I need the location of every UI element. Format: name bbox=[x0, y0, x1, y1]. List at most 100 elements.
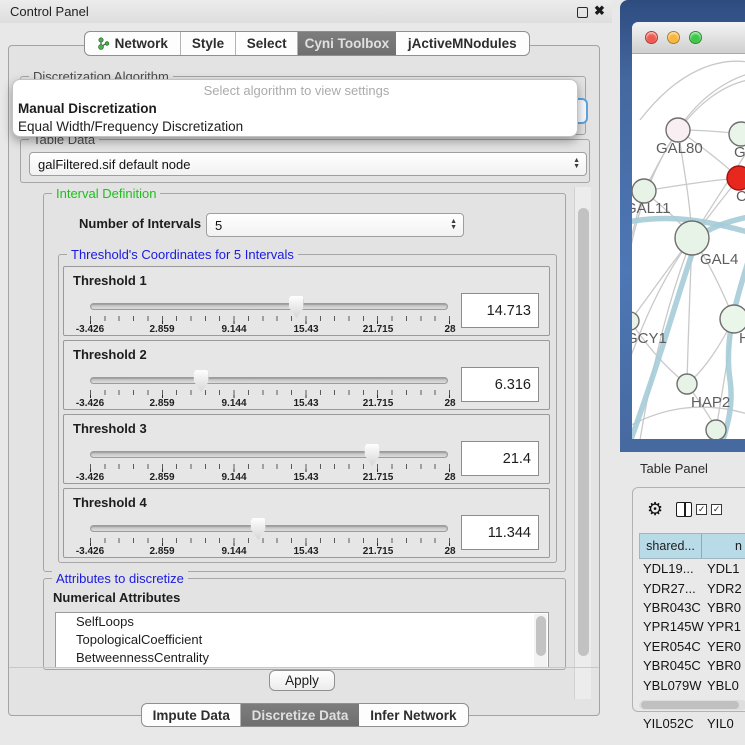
close-traffic-light[interactable] bbox=[645, 31, 658, 44]
slider-minor-ticks bbox=[90, 464, 450, 469]
network-node[interactable] bbox=[675, 221, 709, 255]
dropdown-placeholder: Select algorithm to view settings bbox=[16, 83, 577, 101]
threshold-3-value-field[interactable]: 21.4 bbox=[461, 441, 539, 476]
list-item[interactable]: SelfLoops bbox=[56, 613, 548, 631]
zoom-traffic-light[interactable] bbox=[689, 31, 702, 44]
num-intervals-value: 5 bbox=[215, 218, 222, 233]
table-row[interactable]: YIL052CYIL0 bbox=[639, 714, 745, 733]
table-data-group: Table Data galFiltered.sif default node … bbox=[20, 139, 590, 183]
table-row[interactable]: YBR043CYBR0 bbox=[639, 598, 745, 617]
screen: Control Panel ✖ Network Style Select Cyn… bbox=[0, 0, 745, 745]
tab-infer-network[interactable]: Infer Network bbox=[359, 704, 468, 726]
dropdown-option-equal-width[interactable]: Equal Width/Frequency Discretization bbox=[16, 119, 577, 137]
network-view-window[interactable]: GAL80GACGAL11GAL4GCY1HHAP2 bbox=[620, 0, 745, 452]
numerical-attributes-list[interactable]: SelfLoops TopologicalCoefficient Between… bbox=[55, 612, 549, 668]
threshold-2-value-field[interactable]: 6.316 bbox=[461, 367, 539, 402]
threshold-3-row: Threshold 3 -3.426 2.859 9.144 15.43 21.… bbox=[63, 414, 550, 484]
network-window-titlebar[interactable] bbox=[632, 22, 745, 54]
network-node[interactable] bbox=[720, 305, 745, 333]
column-header-name[interactable]: n bbox=[702, 534, 745, 558]
threshold-1-label: Threshold 1 bbox=[73, 273, 147, 288]
list-item[interactable]: BetweennessCentrality bbox=[56, 649, 548, 667]
threshold-4-value-field[interactable]: 11.344 bbox=[461, 515, 539, 550]
num-intervals-combobox[interactable]: 5 ▲▼ bbox=[206, 213, 464, 237]
network-graph: GAL80GACGAL11GAL4GCY1HHAP2 bbox=[632, 54, 745, 439]
divider bbox=[9, 667, 599, 668]
checkbox-icon[interactable]: ✓ bbox=[711, 504, 722, 515]
numerical-attributes-label: Numerical Attributes bbox=[53, 590, 180, 605]
close-icon[interactable]: ✖ bbox=[594, 3, 605, 19]
table-data-combobox[interactable]: galFiltered.sif default node ▲▼ bbox=[29, 152, 587, 176]
list-item[interactable]: TopologicalCoefficient bbox=[56, 631, 548, 649]
table-row[interactable]: YBR045CYBR0 bbox=[639, 656, 745, 675]
table-data-value: galFiltered.sif default node bbox=[38, 157, 190, 172]
network-node-label: GAL80 bbox=[656, 140, 703, 157]
tab-network-label: Network bbox=[115, 36, 168, 51]
slider-thumb[interactable] bbox=[251, 518, 266, 540]
slider-tick-labels: -3.426 2.859 9.144 15.43 21.715 28 bbox=[90, 324, 450, 336]
table-row[interactable]: YDL19...YDL1 bbox=[639, 559, 745, 578]
float-window-icon[interactable] bbox=[577, 7, 588, 18]
network-node[interactable] bbox=[677, 374, 697, 394]
network-node-label: GAL4 bbox=[700, 251, 738, 268]
network-canvas[interactable]: GAL80GACGAL11GAL4GCY1HHAP2 bbox=[632, 54, 745, 439]
threshold-4-row: Threshold 4 -3.426 2.859 9.144 15.43 21.… bbox=[63, 488, 550, 558]
tab-cyni-toolbox[interactable]: Cyni Toolbox bbox=[298, 32, 396, 55]
list-scrollbar-track[interactable] bbox=[534, 614, 547, 668]
algorithm-dropdown-popup: Select algorithm to view settings Manual… bbox=[12, 79, 578, 137]
slider-thumb[interactable] bbox=[365, 444, 380, 466]
tab-style[interactable]: Style bbox=[181, 32, 237, 55]
apply-button[interactable]: Apply bbox=[269, 670, 335, 691]
network-node[interactable] bbox=[666, 118, 690, 142]
network-node-label: GA bbox=[734, 144, 745, 161]
network-node[interactable] bbox=[706, 420, 726, 439]
table-panel-title: Table Panel bbox=[640, 461, 708, 476]
num-intervals-label: Number of Intervals bbox=[79, 216, 201, 231]
threshold-2-slider[interactable] bbox=[90, 377, 448, 384]
network-node[interactable] bbox=[727, 166, 745, 190]
network-icon bbox=[97, 37, 110, 50]
network-node-label: C bbox=[736, 188, 745, 205]
table-row[interactable]: YPR145WYPR1 bbox=[639, 617, 745, 636]
table-hscrollbar-track[interactable] bbox=[639, 700, 745, 710]
slider-tick-labels: -3.426 2.859 9.144 15.43 21.715 28 bbox=[90, 546, 450, 558]
network-node-label: H bbox=[739, 330, 745, 347]
tab-impute-data[interactable]: Impute Data bbox=[142, 704, 241, 726]
gear-icon[interactable]: ⚙ bbox=[647, 499, 663, 520]
tab-network[interactable]: Network bbox=[85, 32, 181, 55]
threshold-2-row: Threshold 2 -3.426 2.859 9.144 15.43 21.… bbox=[63, 340, 550, 410]
threshold-1-slider[interactable] bbox=[90, 303, 448, 310]
slider-minor-ticks bbox=[90, 538, 450, 543]
threshold-4-slider[interactable] bbox=[90, 525, 448, 532]
checkbox-icon[interactable]: ✓ bbox=[696, 504, 707, 515]
slider-thumb[interactable] bbox=[194, 370, 209, 392]
control-panel-title: Control Panel bbox=[10, 4, 89, 19]
threshold-3-label: Threshold 3 bbox=[73, 421, 147, 436]
threshold-4-label: Threshold 4 bbox=[73, 495, 147, 510]
network-node-label: GCY1 bbox=[632, 330, 667, 347]
list-scrollbar-thumb[interactable] bbox=[536, 616, 546, 656]
slider-thumb[interactable] bbox=[289, 296, 304, 318]
tab-jactivemnodules[interactable]: jActiveMNodules bbox=[396, 32, 529, 55]
threshold-3-slider[interactable] bbox=[90, 451, 448, 458]
column-header-shared-name[interactable]: shared... bbox=[640, 534, 702, 558]
split-column-icon[interactable] bbox=[676, 502, 692, 517]
panel-scrollbar-thumb[interactable] bbox=[578, 208, 589, 656]
table-hscrollbar-thumb[interactable] bbox=[641, 701, 739, 709]
network-node[interactable] bbox=[729, 122, 745, 146]
tab-select[interactable]: Select bbox=[236, 32, 298, 55]
threshold-1-value-field[interactable]: 14.713 bbox=[461, 293, 539, 328]
table-row[interactable]: YBL079WYBL0 bbox=[639, 675, 745, 694]
interval-definition-label: Interval Definition bbox=[52, 186, 160, 201]
network-node-label: GAL11 bbox=[632, 200, 671, 217]
dropdown-option-manual[interactable]: Manual Discretization bbox=[16, 101, 577, 119]
slider-tick-labels: -3.426 2.859 9.144 15.43 21.715 28 bbox=[90, 472, 450, 484]
table-row[interactable]: YER054CYER0 bbox=[639, 637, 745, 656]
table-row[interactable]: YDR27...YDR2 bbox=[639, 578, 745, 597]
slider-minor-ticks bbox=[90, 316, 450, 321]
minimize-traffic-light[interactable] bbox=[667, 31, 680, 44]
network-node[interactable] bbox=[632, 312, 639, 330]
tab-discretize-data[interactable]: Discretize Data bbox=[241, 704, 358, 726]
slider-tick-labels: -3.426 2.859 9.144 15.43 21.715 28 bbox=[90, 398, 450, 410]
panel-scrollbar-track[interactable] bbox=[574, 187, 591, 699]
